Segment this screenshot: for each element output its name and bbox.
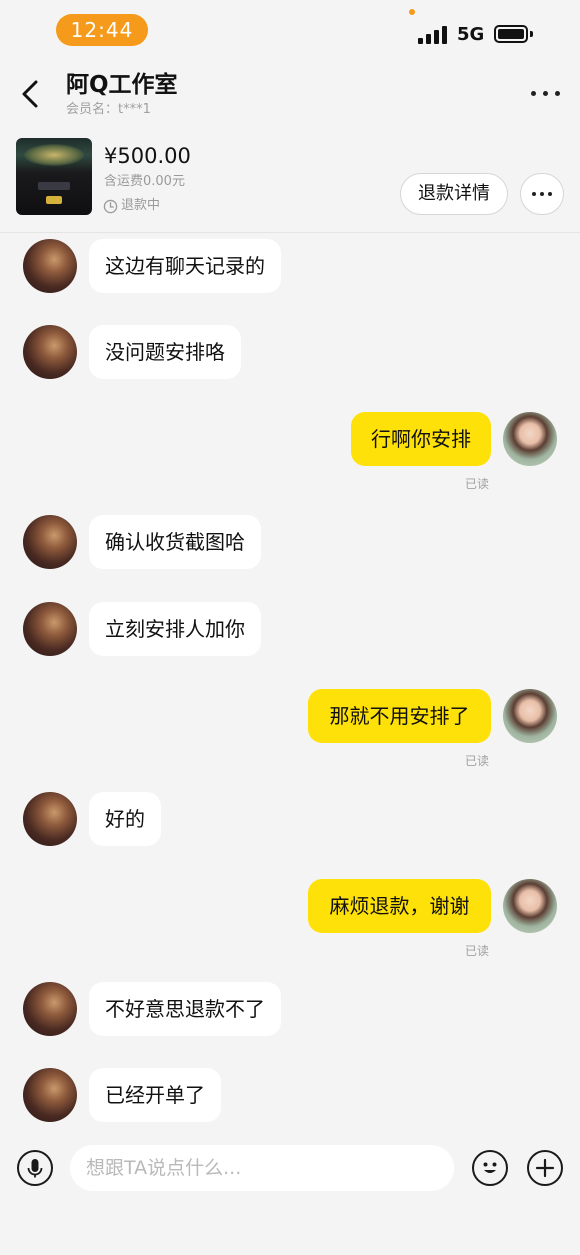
seller-avatar[interactable] bbox=[23, 602, 77, 656]
message-bubble: 已经开单了 bbox=[89, 1068, 221, 1122]
network-type: 5G bbox=[457, 24, 485, 45]
status-time: 12:44 bbox=[56, 14, 148, 46]
seller-avatar[interactable] bbox=[23, 792, 77, 846]
user-avatar[interactable] bbox=[503, 412, 557, 466]
product-price: ¥500.00 bbox=[104, 144, 191, 168]
product-more-button[interactable] bbox=[520, 173, 564, 215]
mic-icon bbox=[27, 1159, 43, 1178]
read-receipt: 已读 bbox=[465, 754, 490, 768]
clock-icon bbox=[103, 199, 118, 213]
header-divider bbox=[0, 232, 580, 233]
emoji-icon bbox=[483, 1162, 497, 1173]
read-receipt: 已读 bbox=[465, 944, 490, 958]
member-name: 会员名：t***1 bbox=[66, 102, 151, 117]
shipping-fee: 含运费0.00元 bbox=[104, 174, 185, 189]
message-bubble-own: 那就不用安排了 bbox=[308, 689, 491, 743]
message-bubble-own: 麻烦退款，谢谢 bbox=[308, 879, 491, 933]
seller-avatar[interactable] bbox=[23, 982, 77, 1036]
message-bubble: 不好意思退款不了 bbox=[89, 982, 281, 1036]
order-status: 退款中 bbox=[103, 196, 160, 216]
battery-icon bbox=[494, 25, 528, 43]
message-bubble: 好的 bbox=[89, 792, 161, 846]
message-bubble-own: 行啊你安排 bbox=[351, 412, 491, 466]
product-thumbnail[interactable] bbox=[16, 138, 92, 215]
more-icon[interactable] bbox=[526, 84, 566, 104]
refund-details-button[interactable]: 退款详情 bbox=[400, 173, 508, 215]
privacy-indicator-dot bbox=[409, 9, 415, 15]
read-receipt: 已读 bbox=[465, 477, 490, 491]
chat-title: 阿Q工作室 bbox=[66, 72, 178, 98]
seller-avatar[interactable] bbox=[23, 325, 77, 379]
message-bubble: 这边有聊天记录的 bbox=[89, 239, 281, 293]
signal-icon bbox=[418, 26, 448, 44]
order-status-label: 退款中 bbox=[121, 198, 161, 213]
back-icon[interactable] bbox=[16, 76, 48, 112]
user-avatar[interactable] bbox=[503, 879, 557, 933]
seller-avatar[interactable] bbox=[23, 239, 77, 293]
message-input[interactable] bbox=[70, 1145, 454, 1191]
message-bubble: 立刻安排人加你 bbox=[89, 602, 261, 656]
plus-icon bbox=[535, 1158, 555, 1178]
battery-tip bbox=[530, 31, 533, 37]
voice-input-button[interactable] bbox=[17, 1150, 53, 1186]
user-avatar[interactable] bbox=[503, 689, 557, 743]
emoji-button[interactable] bbox=[472, 1150, 508, 1186]
message-bubble: 没问题安排咯 bbox=[89, 325, 241, 379]
seller-avatar[interactable] bbox=[23, 515, 77, 569]
message-bubble: 确认收货截图哈 bbox=[89, 515, 261, 569]
more-actions-button[interactable] bbox=[527, 1150, 563, 1186]
seller-avatar[interactable] bbox=[23, 1068, 77, 1122]
